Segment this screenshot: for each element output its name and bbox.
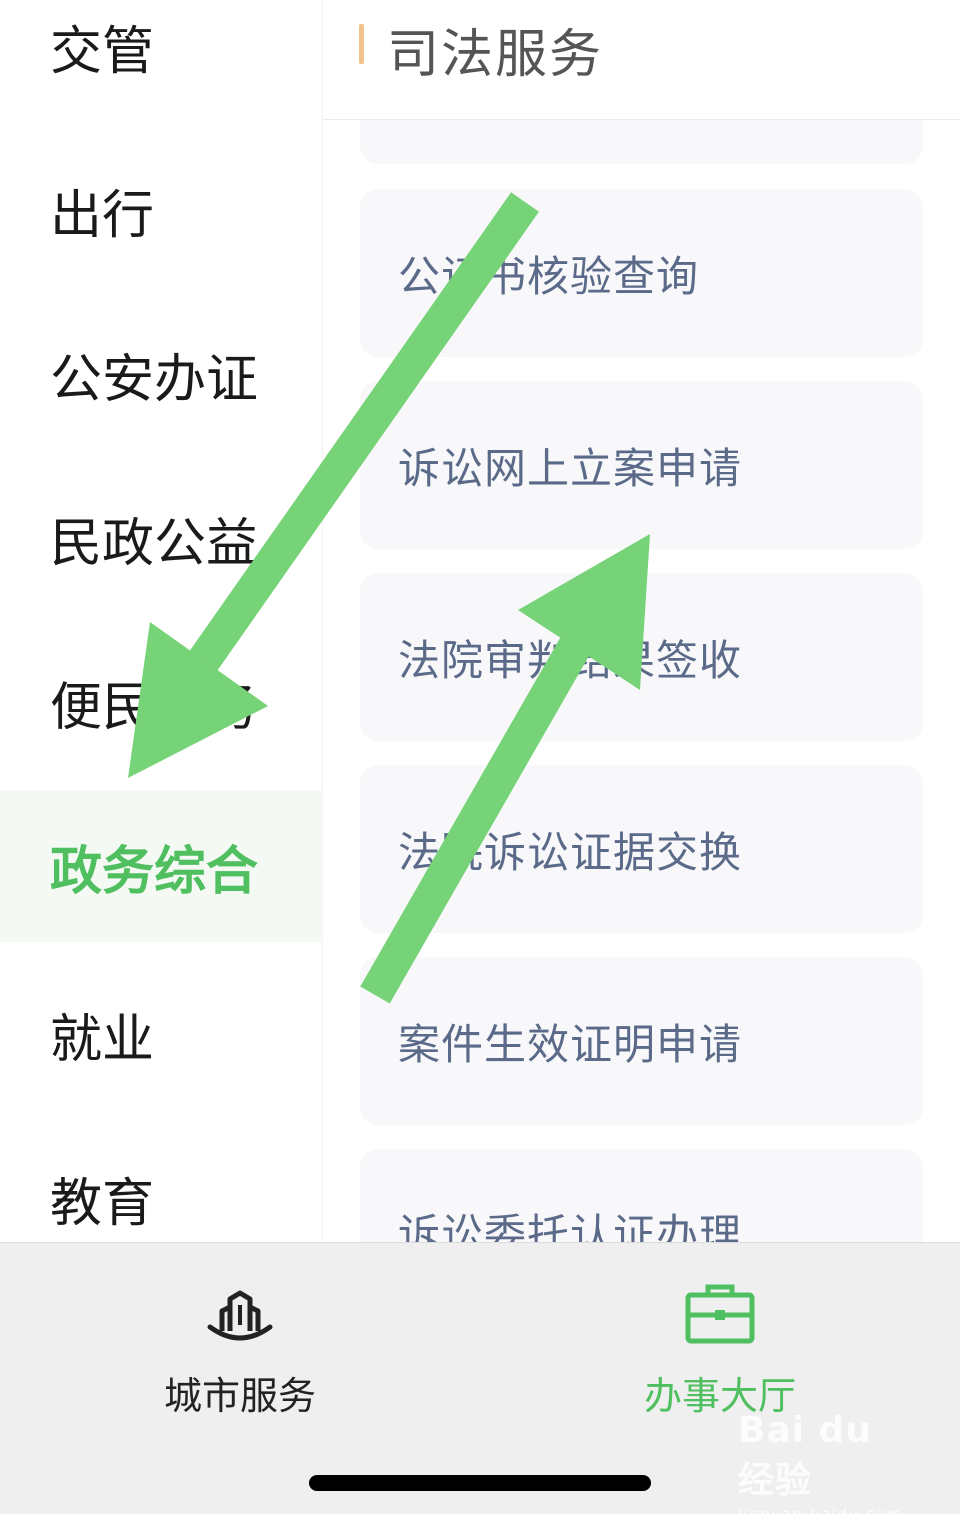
sidebar-item-civil-affairs[interactable]: 民政公益 bbox=[0, 462, 323, 614]
watermark-brand: Bai du 经验 bbox=[738, 1410, 873, 1501]
sidebar-item-label: 民政公益 bbox=[50, 513, 259, 574]
sidebar-item-label: 出行 bbox=[50, 185, 155, 246]
home-indicator bbox=[309, 1475, 651, 1491]
tab-service-hall[interactable]: 办事大厅 bbox=[600, 1273, 840, 1420]
section-accent-bar bbox=[359, 24, 364, 64]
service-card-label: 法院审判结果签收 bbox=[398, 635, 743, 685]
city-building-icon bbox=[207, 1290, 273, 1341]
sidebar-item-traffic[interactable]: 交管 bbox=[0, 0, 323, 122]
category-sidebar: 交管 出行 公安办证 民政公益 便民服务 政务综合 就业 教育 bbox=[0, 0, 323, 1242]
sidebar-item-police-certificates[interactable]: 公安办证 bbox=[0, 298, 323, 450]
briefcase-icon bbox=[685, 1284, 755, 1344]
sidebar-item-government-affairs[interactable]: 政务综合 bbox=[0, 790, 323, 942]
service-card-power-of-attorney[interactable]: 诉讼委托认证办理 bbox=[360, 1149, 923, 1242]
sidebar-item-label: 公安办证 bbox=[50, 349, 259, 410]
service-card-label: 诉讼网上立案申请 bbox=[398, 443, 743, 493]
service-card-label: 法院诉讼证据交换 bbox=[398, 827, 743, 877]
service-card-label: 诉讼委托认证办理 bbox=[398, 1210, 743, 1242]
sidebar-item-employment[interactable]: 就业 bbox=[0, 958, 323, 1110]
service-card-judgment-receipt[interactable]: 法院审判结果签收 bbox=[360, 573, 923, 741]
section-title: 司法服务 bbox=[387, 25, 604, 85]
sidebar-item-label: 政务综合 bbox=[50, 841, 259, 902]
sidebar-item-convenience-services[interactable]: 便民服务 bbox=[0, 626, 323, 778]
sidebar-item-label: 就业 bbox=[50, 1009, 155, 1070]
sidebar-item-travel[interactable]: 出行 bbox=[0, 134, 323, 286]
tab-city-services[interactable]: 城市服务 bbox=[120, 1273, 360, 1420]
service-card-effective-certificate[interactable]: 案件生效证明申请 bbox=[360, 957, 923, 1125]
sidebar-item-label: 教育 bbox=[50, 1173, 155, 1234]
sidebar-item-label: 便民服务 bbox=[50, 677, 259, 738]
baidu-jingyan-watermark: Bai du 经验 jingyan.baidu.com bbox=[738, 1410, 918, 1514]
sidebar-item-label: 交管 bbox=[50, 21, 155, 82]
watermark-url: jingyan.baidu.com bbox=[738, 1505, 918, 1514]
service-card-notarization-verify[interactable]: 公证书核验查询 bbox=[360, 189, 923, 357]
section-header: 司法服务 bbox=[323, 0, 960, 120]
service-list-panel[interactable]: 司法服务 公证书核验查询 诉讼网上立案申请 法院审判结果签收 法院诉讼证据交换 … bbox=[323, 0, 960, 1242]
service-card-evidence-exchange[interactable]: 法院诉讼证据交换 bbox=[360, 765, 923, 933]
service-card-label: 公证书核验查询 bbox=[398, 251, 700, 301]
service-card-online-filing[interactable]: 诉讼网上立案申请 bbox=[360, 381, 923, 549]
tab-label: 城市服务 bbox=[163, 1374, 316, 1418]
service-card-label: 案件生效证明申请 bbox=[398, 1019, 743, 1069]
